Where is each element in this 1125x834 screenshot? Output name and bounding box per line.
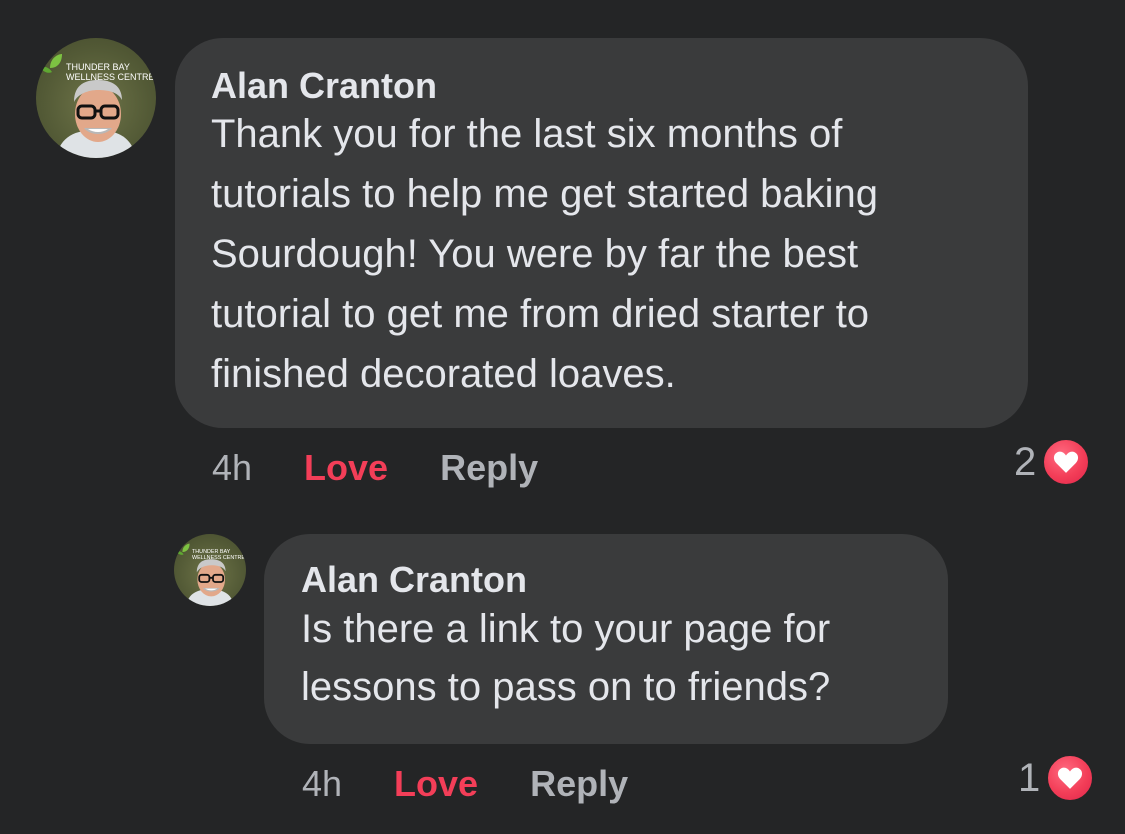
reaction-count: 1: [1018, 755, 1041, 800]
comment-actions: 4h Love Reply: [302, 762, 628, 806]
avatar-logo-text-1: THUNDER BAY: [66, 62, 130, 72]
avatar-logo-text-2: WELLNESS CENTRE: [66, 72, 155, 82]
comment-bubble: Alan Cranton Is there a link to your pag…: [264, 534, 948, 744]
comment-text: Thank you for the last six months of tut…: [211, 112, 879, 396]
comment-actions: 4h Love Reply: [212, 446, 538, 490]
reaction-count: 2: [1014, 439, 1037, 484]
avatar[interactable]: THUNDER BAY WELLNESS CENTRE: [174, 534, 246, 606]
reaction-summary[interactable]: 1: [1018, 754, 1095, 802]
comment-thread: THUNDER BAY WELLNESS CENTRE Alan Cranton…: [0, 0, 1125, 834]
avatar-image: THUNDER BAY WELLNESS CENTRE: [40, 54, 155, 158]
comment-timestamp[interactable]: 4h: [302, 763, 342, 805]
avatar-logo-text-1: THUNDER BAY: [192, 549, 231, 555]
love-button[interactable]: Love: [394, 763, 478, 805]
avatar-image: THUNDER BAY WELLNESS CENTRE: [176, 543, 245, 606]
comment-text: Is there a link to your page for lessons…: [301, 607, 831, 709]
reply-button[interactable]: Reply: [440, 447, 538, 489]
heart-icon: [1046, 754, 1095, 802]
reply-button[interactable]: Reply: [530, 763, 628, 805]
love-button[interactable]: Love: [304, 447, 388, 489]
reaction-summary[interactable]: 2: [1014, 438, 1091, 486]
comment-author[interactable]: Alan Cranton: [301, 558, 912, 602]
heart-icon: [1042, 438, 1091, 486]
avatar[interactable]: THUNDER BAY WELLNESS CENTRE: [36, 38, 156, 158]
comment-timestamp[interactable]: 4h: [212, 447, 252, 489]
comment-bubble: Alan Cranton Thank you for the last six …: [175, 38, 1028, 428]
comment-author[interactable]: Alan Cranton: [211, 64, 992, 108]
avatar-logo-text-2: WELLNESS CENTRE: [192, 555, 245, 561]
